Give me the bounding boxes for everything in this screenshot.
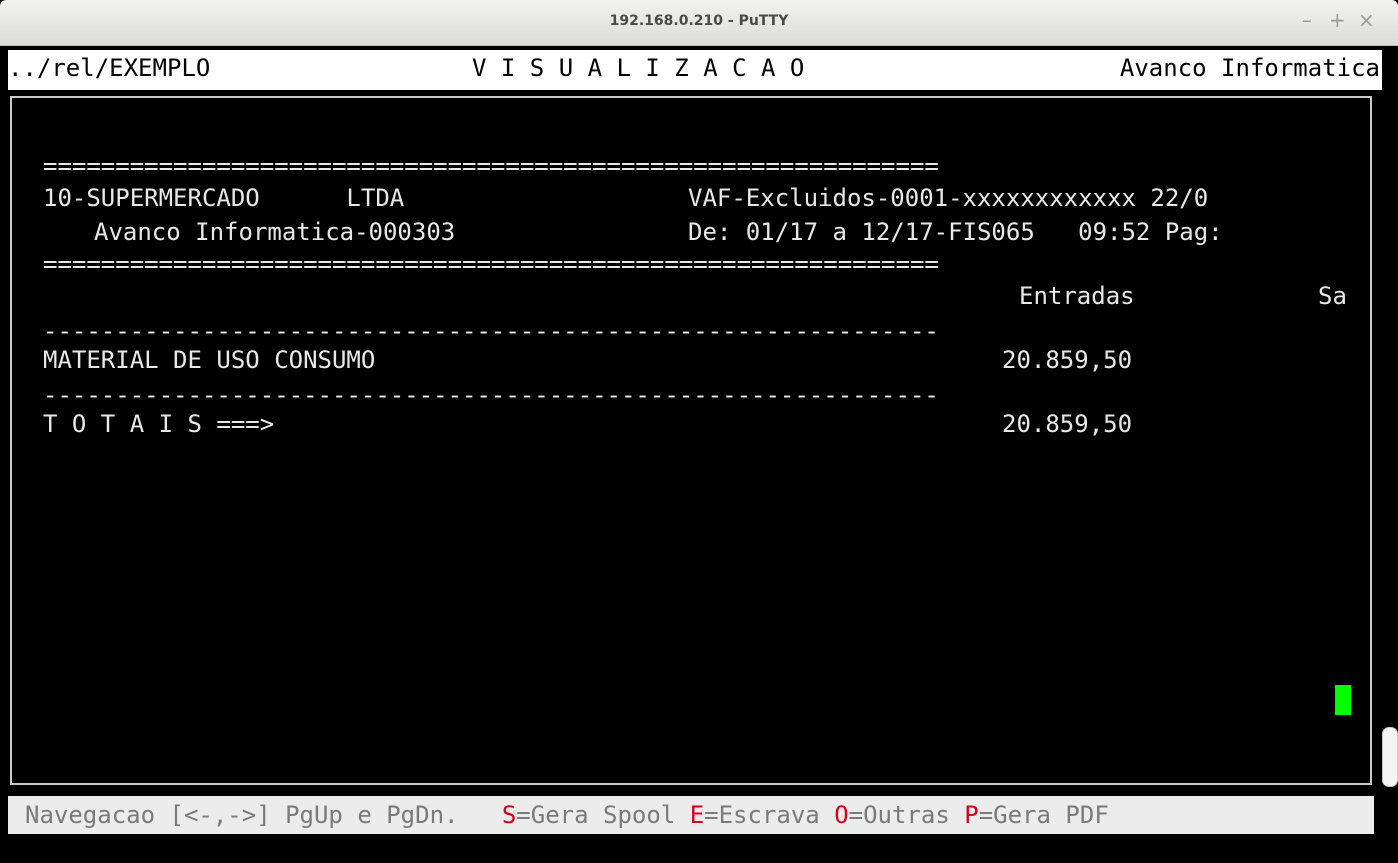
double-rule-top: ========================================… [43,152,939,180]
hotkey-s[interactable]: S [502,801,516,829]
close-icon[interactable]: × [1358,8,1375,32]
help-bar: Navegacao [<-,->] PgUp e PgDn. S=Gera Sp… [8,796,1374,834]
report-path: ../rel/EXEMPLO [8,54,211,82]
double-rule-bottom: ========================================… [43,250,939,278]
navigation-hint: Navegacao [<-,->] PgUp e PgDn. [25,801,459,829]
company-name: Avanco Informatica [1119,54,1380,82]
hotkey-o-label: =Outras [848,801,950,829]
row-entradas-value: 20.859,50 [1002,346,1133,374]
window-titlebar[interactable]: 192.168.0.210 - PuTTY – + × [0,0,1398,46]
column-saidas: Sa [1318,282,1347,310]
terminal-screen[interactable]: ../rel/EXEMPLO V I S U A L I Z A C A O A… [0,46,1398,863]
terminal-header-bar: ../rel/EXEMPLO V I S U A L I Z A C A O A… [8,50,1382,90]
hotkey-e[interactable]: E [690,801,704,829]
period-line: De: 01/17 a 12/17-FIS065 09:52 Pag: [688,218,1223,246]
hotkey-p[interactable]: P [964,801,978,829]
hotkey-p-label: =Gera PDF [978,801,1109,829]
column-entradas: Entradas [1019,282,1135,310]
totals-entradas-value: 20.859,50 [1002,410,1133,438]
hotkey-s-label: =Gera Spool [516,801,676,829]
row-label: MATERIAL DE USO CONSUMO [43,346,376,374]
window-title: 192.168.0.210 - PuTTY [609,13,789,29]
screen-mode-title: V I S U A L I Z A C A O [472,54,805,82]
hotkey-e-label: =Escrava [704,801,820,829]
totals-label: T O T A I S ===> [43,410,275,438]
maximize-icon[interactable]: + [1329,8,1346,32]
terminal-cursor [1335,685,1351,715]
report-id: VAF-Excluidos-0001-xxxxxxxxxxxx 22/0 [688,184,1209,212]
minimize-icon[interactable]: – [1302,8,1312,32]
company-line: 10-SUPERMERCADO LTDA [43,184,405,212]
hotkey-o[interactable]: O [834,801,848,829]
dash-rule-2: ----------------------------------------… [43,381,939,409]
scrollbar-thumb[interactable] [1382,727,1398,787]
dash-rule-1: ----------------------------------------… [43,317,939,345]
report-frame: ========================================… [10,96,1372,785]
vendor-line: Avanco Informatica-000303 [94,218,456,246]
